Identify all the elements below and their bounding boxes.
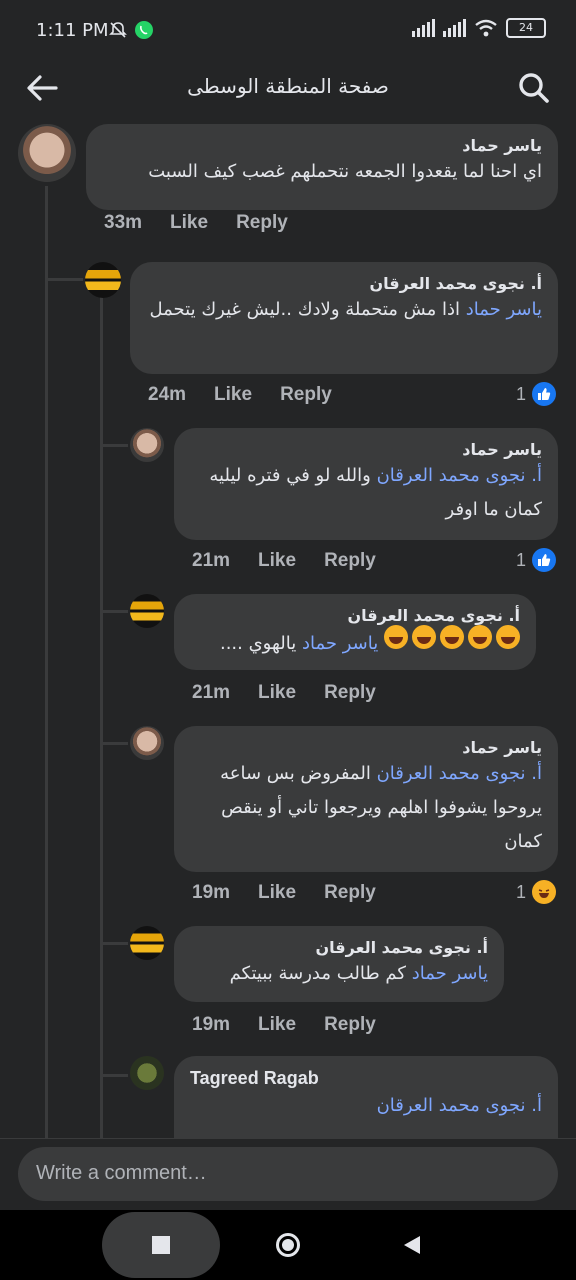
like-reaction-icon — [532, 382, 557, 406]
laughing-emoji-icon — [412, 625, 436, 649]
comment-bubble: Tagreed Ragab أ. نجوى محمد العرقان — [174, 1056, 558, 1138]
status-bar: 1:11 PM 24 — [0, 0, 576, 60]
like-button[interactable]: Like — [258, 882, 296, 904]
avatar[interactable] — [85, 262, 121, 298]
thread-line — [100, 296, 103, 1138]
thread-connector — [45, 278, 83, 281]
mention-link[interactable]: أ. نجوى محمد العرقان — [377, 763, 542, 784]
thread-connector — [100, 1074, 128, 1077]
avatar[interactable] — [130, 926, 164, 960]
comment-text: يالهوي .... — [219, 633, 297, 654]
app-header: صفحة المنطقة الوسطى — [0, 60, 576, 116]
recents-icon — [152, 1236, 170, 1254]
comment-input[interactable]: Write a comment… — [18, 1147, 558, 1201]
comment-time: 19m — [192, 1014, 231, 1035]
whatsapp-icon — [135, 21, 153, 39]
comment-time: 21m — [192, 550, 231, 571]
signal-icon — [412, 19, 435, 37]
comment-time: 21m — [192, 682, 231, 703]
comment-placeholder: Write a comment… — [36, 1162, 207, 1184]
comment-bubble: أ. نجوى محمد العرقان ياسر حماد يالهوي ..… — [174, 594, 536, 670]
wifi-icon — [475, 19, 497, 37]
comment-author[interactable]: Tagreed Ragab — [190, 1068, 542, 1089]
signal-icon-2 — [443, 19, 466, 37]
laughing-emoji-icon — [384, 625, 408, 649]
back-icon[interactable] — [404, 1236, 420, 1254]
reaction-count[interactable]: 1 — [516, 382, 557, 406]
mention-link[interactable]: ياسر حماد — [412, 963, 488, 984]
like-button[interactable]: Like — [214, 384, 252, 406]
comment-author[interactable]: أ. نجوى محمد العرقان — [190, 606, 520, 625]
thread-line — [45, 186, 48, 1138]
comment-bubble: ياسر حماد اي احنا لما يقعدوا الجمعه نتحم… — [86, 124, 558, 210]
comment-author[interactable]: ياسر حماد — [102, 136, 542, 155]
system-nav-bar — [0, 1210, 576, 1280]
comment-text: اذا مش متحملة ولادك ..ليش غيرك يتحمل — [149, 299, 460, 320]
reply-button[interactable]: Reply — [280, 384, 332, 406]
reply-button[interactable]: Reply — [324, 1014, 376, 1036]
mention-link[interactable]: ياسر حماد — [466, 299, 542, 320]
laughing-emoji-icon — [440, 625, 464, 649]
composer-bar: Write a comment… — [0, 1138, 576, 1211]
status-time: 1:11 PM — [36, 20, 109, 41]
like-button[interactable]: Like — [258, 682, 296, 704]
search-icon[interactable] — [514, 68, 554, 108]
mute-icon — [109, 22, 127, 38]
mention-link[interactable]: أ. نجوى محمد العرقان — [377, 1095, 542, 1116]
like-reaction-icon — [532, 548, 557, 572]
comment-author[interactable]: ياسر حماد — [190, 738, 542, 757]
avatar[interactable] — [18, 124, 76, 182]
comment-actions: 21m Like Reply — [192, 682, 376, 704]
like-button[interactable]: Like — [258, 1014, 296, 1036]
comment-actions: 21m Like Reply — [192, 550, 376, 572]
thread-connector — [100, 742, 128, 745]
thread-connector — [100, 444, 128, 447]
comment-bubble: أ. نجوى محمد العرقان ياسر حماد كم طالب م… — [174, 926, 504, 1002]
comment-actions: 24m Like Reply — [148, 384, 332, 406]
comment-author[interactable]: أ. نجوى محمد العرقان — [190, 938, 488, 957]
comment-text: كم طالب مدرسة ببيتكم — [229, 963, 406, 984]
comment-actions: 33m Like Reply — [104, 212, 288, 234]
avatar[interactable] — [130, 1056, 164, 1090]
avatar[interactable] — [130, 594, 164, 628]
thread-connector — [100, 942, 128, 945]
reaction-count[interactable]: 1 — [516, 548, 557, 572]
reply-button[interactable]: Reply — [324, 882, 376, 904]
reply-button[interactable]: Reply — [324, 550, 376, 572]
comment-actions: 19m Like Reply — [192, 1014, 376, 1036]
comment-bubble: ياسر حماد أ. نجوى محمد العرقان والله لو … — [174, 428, 558, 540]
comment-bubble: ياسر حماد أ. نجوى محمد العرقان المفروض ب… — [174, 726, 558, 872]
comment-time: 33m — [104, 212, 143, 233]
avatar[interactable] — [130, 428, 164, 462]
comment-actions: 19m Like Reply — [192, 882, 376, 904]
comment-author[interactable]: أ. نجوى محمد العرقان — [146, 274, 542, 293]
comment-text: اي احنا لما يقعدوا الجمعه نتحملهم غصب كي… — [148, 161, 542, 182]
battery-icon: 24 — [506, 18, 546, 38]
like-button[interactable]: Like — [258, 550, 296, 572]
haha-reaction-icon — [532, 880, 557, 904]
mention-link[interactable]: ياسر حماد — [302, 633, 378, 654]
comment-time: 24m — [148, 384, 187, 405]
comment-time: 19m — [192, 882, 231, 903]
comment-bubble: أ. نجوى محمد العرقان ياسر حماد اذا مش مت… — [130, 262, 558, 374]
laughing-emoji-icon — [496, 625, 520, 649]
mention-link[interactable]: أ. نجوى محمد العرقان — [377, 465, 542, 486]
comment-thread: ياسر حماد اي احنا لما يقعدوا الجمعه نتحم… — [0, 116, 576, 1138]
reply-button[interactable]: Reply — [324, 682, 376, 704]
like-button[interactable]: Like — [170, 212, 208, 234]
laughing-emoji-icon — [468, 625, 492, 649]
thread-connector — [100, 610, 128, 613]
home-icon[interactable] — [276, 1233, 300, 1257]
laughing-emoji-row — [384, 625, 520, 649]
page-title: صفحة المنطقة الوسطى — [187, 74, 389, 98]
comment-author[interactable]: ياسر حماد — [190, 440, 542, 459]
reaction-count[interactable]: 1 — [516, 880, 557, 904]
avatar[interactable] — [130, 726, 164, 760]
reply-button[interactable]: Reply — [236, 212, 288, 234]
